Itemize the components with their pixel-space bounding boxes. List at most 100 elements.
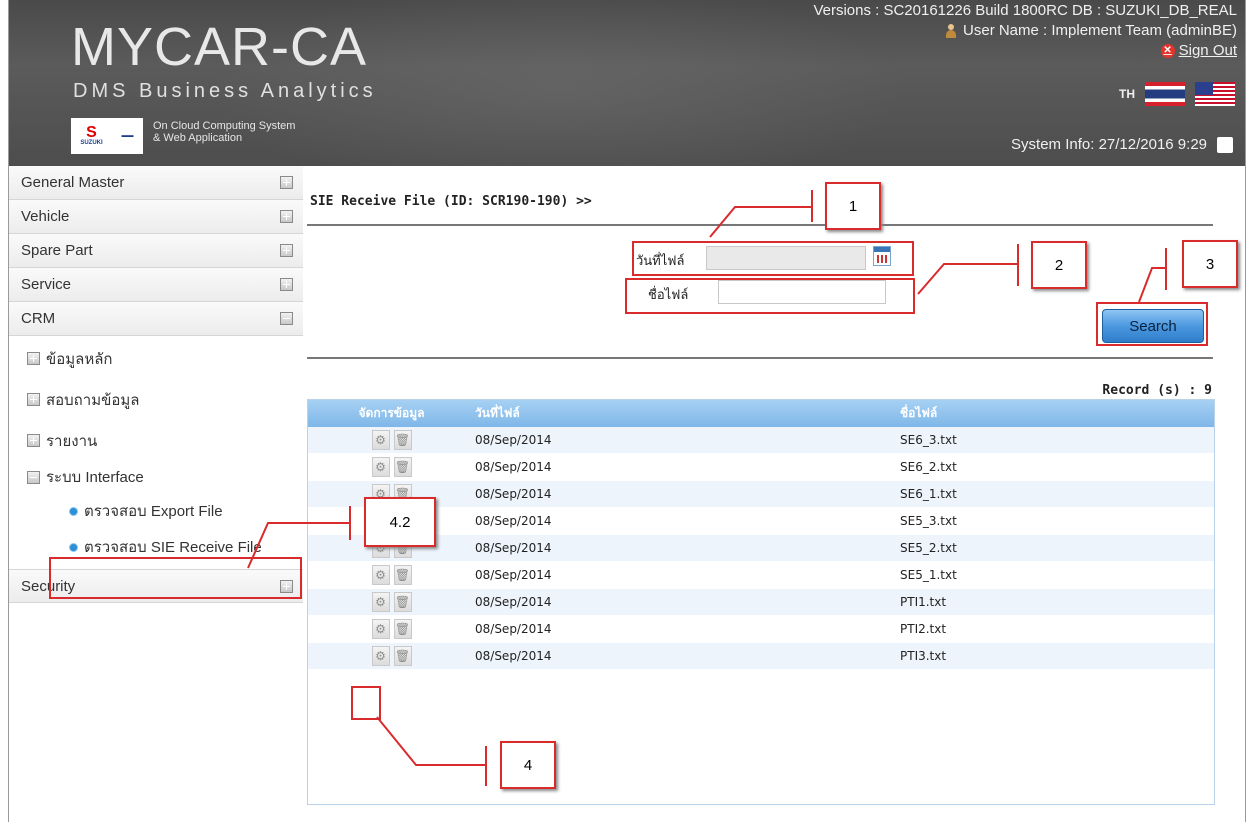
close-icon: ✕	[1160, 43, 1175, 58]
row-actions: ⚙🗑	[308, 565, 475, 585]
settings-icon[interactable]: ⚙	[371, 565, 390, 585]
highlight-file-date	[632, 241, 914, 276]
expand-icon[interactable]	[280, 244, 293, 257]
collapse-icon[interactable]	[27, 470, 40, 484]
app-logo: MYCAR-CA	[71, 17, 368, 77]
col-actions-header: จัดการข้อมูล	[358, 406, 425, 420]
sidebar-item-vehicle[interactable]: Vehicle	[9, 200, 303, 234]
bullet-icon	[69, 506, 78, 516]
sidebar-item-general-master[interactable]: General Master	[9, 166, 303, 200]
version-info: Versions : SC20161226 Build 1800RC DB : …	[813, 2, 1237, 19]
settings-icon[interactable]: ⚙	[371, 619, 390, 639]
crm-sub-report[interactable]: รายงาน	[9, 420, 303, 461]
file-table: จัดการข้อมูล วันที่ไฟล์ ชื่อไฟล์ ⚙ 🗑 08/Se…	[307, 399, 1215, 805]
row-date: 08/Sep/2014	[475, 541, 552, 555]
table-row: ⚙ 🗑 08/Sep/2014 PTI1.txt	[308, 589, 1214, 616]
highlight-sie-menu	[49, 557, 302, 599]
delete-icon[interactable]: 🗑	[393, 457, 412, 477]
table-row: ⚙ 🗑 08/Sep/2014 SE6_1.txt	[308, 481, 1214, 508]
table-row: ⚙ 🗑 08/Sep/2014 SE6_2.txt	[308, 454, 1214, 481]
settings-icon[interactable]: ⚙	[371, 457, 390, 477]
highlight-search	[1096, 302, 1208, 346]
user-icon	[945, 23, 957, 38]
table-row: ⚙ 🗑 08/Sep/2014 SE6_3.txt	[308, 427, 1214, 454]
row-file: SE6_2.txt	[900, 460, 957, 474]
row-file: SE5_2.txt	[900, 541, 957, 555]
delete-icon[interactable]: 🗑	[393, 565, 412, 585]
crm-sub-interface[interactable]: ระบบ Interface	[9, 461, 303, 493]
row-file: SE5_3.txt	[900, 514, 957, 528]
annotation-2: 2	[1031, 241, 1087, 289]
delete-icon[interactable]: 🗑	[393, 646, 412, 666]
row-date: 08/Sep/2014	[475, 649, 552, 663]
annotation-4-2: 4.2	[364, 497, 436, 547]
row-file: PTI2.txt	[900, 622, 947, 636]
highlight-file-name	[625, 278, 915, 314]
row-date: 08/Sep/2014	[475, 460, 552, 474]
row-actions: ⚙🗑	[308, 619, 475, 639]
expand-icon[interactable]	[280, 278, 293, 291]
row-file: SE6_1.txt	[900, 487, 957, 501]
system-info-toggle[interactable]	[1217, 136, 1233, 153]
row-file: SE6_3.txt	[900, 433, 957, 447]
row-date: 08/Sep/2014	[475, 514, 552, 528]
app-tagline: DMS Business Analytics	[73, 80, 377, 102]
expand-icon[interactable]	[27, 352, 40, 365]
us-flag-icon[interactable]	[1195, 82, 1235, 106]
expand-icon[interactable]	[27, 393, 40, 406]
row-actions: ⚙🗑	[308, 592, 475, 612]
settings-icon[interactable]: ⚙	[371, 646, 390, 666]
row-file: PTI3.txt	[900, 649, 947, 663]
table-row: ⚙ 🗑 08/Sep/2014 SE5_1.txt	[308, 562, 1214, 589]
menu-export-file[interactable]: ตรวจสอบ Export File	[9, 493, 303, 529]
row-date: 08/Sep/2014	[475, 487, 552, 501]
user-name: User Name : Implement Team (adminBE)	[945, 22, 1237, 39]
divider	[307, 224, 1213, 226]
annotation-1: 1	[825, 182, 881, 230]
thai-flag-icon[interactable]	[1145, 82, 1185, 106]
row-actions: ⚙🗑	[308, 457, 475, 477]
row-date: 08/Sep/2014	[475, 568, 552, 582]
table-header: จัดการข้อมูล วันที่ไฟล์ ชื่อไฟล์	[308, 400, 1214, 427]
row-date: 08/Sep/2014	[475, 622, 552, 636]
sidebar-item-service[interactable]: Service	[9, 268, 303, 302]
collapse-icon[interactable]	[280, 312, 293, 325]
row-actions: ⚙🗑	[308, 646, 475, 666]
delete-icon[interactable]: 🗑	[393, 430, 412, 450]
delete-icon[interactable]: 🗑	[393, 592, 412, 612]
crm-sub-inquiry[interactable]: สอบถามข้อมูล	[9, 379, 303, 420]
brand-small-mark: ▬▬	[121, 133, 134, 139]
page-title: SIE Receive File (ID: SCR190-190) >>	[310, 194, 592, 209]
row-file: PTI1.txt	[900, 595, 947, 609]
settings-icon[interactable]: ⚙	[371, 592, 390, 612]
table-row: ⚙🗑08/Sep/2014SE5_3.txt	[308, 508, 1214, 535]
row-actions: ⚙🗑	[308, 430, 475, 450]
row-file: SE5_1.txt	[900, 568, 957, 582]
annotation-4: 4	[500, 741, 556, 789]
col-file-header: ชื่อไฟล์	[900, 406, 938, 420]
app-header: MYCAR-CA DMS Business Analytics S SUZUKI…	[9, 0, 1245, 166]
suzuki-logo-icon: S SUZUKI	[80, 124, 103, 147]
delete-icon[interactable]: 🗑	[393, 619, 412, 639]
sign-out-link[interactable]: ✕ Sign Out	[1160, 42, 1237, 59]
row-date: 08/Sep/2014	[475, 433, 552, 447]
row-date: 08/Sep/2014	[475, 595, 552, 609]
expand-icon[interactable]	[280, 210, 293, 223]
divider	[307, 357, 1213, 359]
sidebar-item-spare-part[interactable]: Spare Part	[9, 234, 303, 268]
crm-sub-master-data[interactable]: ข้อมูลหลัก	[9, 338, 303, 379]
language-switcher: TH	[1119, 82, 1235, 106]
annotation-3: 3	[1182, 240, 1238, 288]
table-row: ⚙ 🗑 08/Sep/2014 PTI2.txt	[308, 616, 1214, 643]
bullet-icon	[69, 542, 78, 552]
settings-icon[interactable]: ⚙	[371, 430, 390, 450]
col-date-header: วันที่ไฟล์	[475, 406, 520, 420]
expand-icon[interactable]	[27, 434, 40, 447]
expand-icon[interactable]	[280, 176, 293, 189]
record-count: Record (s) : 9	[1102, 383, 1212, 398]
crm-submenu: ข้อมูลหลัก สอบถามข้อมูล รายงาน ระบบ Inte…	[9, 336, 303, 565]
sidebar-item-crm[interactable]: CRM	[9, 302, 303, 336]
table-row: ⚙ 🗑 08/Sep/2014 PTI3.txt	[308, 643, 1214, 670]
cloud-caption: On Cloud Computing System & Web Applicat…	[153, 120, 296, 144]
brand-logo: S SUZUKI ▬▬	[71, 118, 143, 154]
